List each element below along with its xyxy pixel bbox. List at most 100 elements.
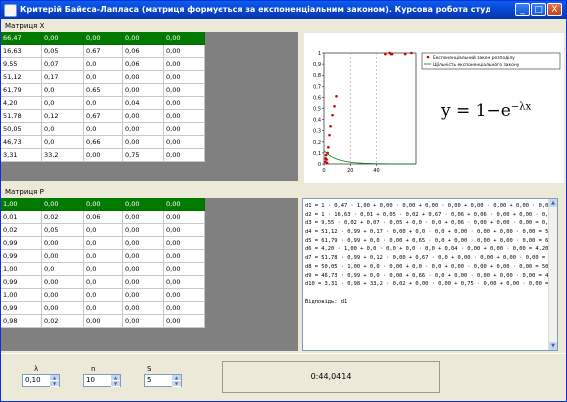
table-cell[interactable]: 0,00 [122,262,164,276]
spin-down-icon[interactable]: ▼ [50,381,59,387]
table-cell[interactable]: 0,00 [122,236,164,250]
table-cell[interactable]: 0,02 [1,223,42,237]
table-row[interactable]: 50,05 0,0 0,0 0,00 0,00 [1,122,205,136]
table-cell[interactable]: 0,0 [41,122,84,136]
table-cell[interactable]: 1,00 [1,198,42,211]
table-cell[interactable]: 0,00 [41,236,84,250]
table-cell[interactable]: 0,02 [41,314,84,328]
table-cell[interactable]: 0,00 [163,210,205,224]
table-cell[interactable]: 0,17 [41,70,84,84]
table-cell[interactable]: 51,12 [1,70,42,84]
table-cell[interactable]: 0,00 [163,96,205,110]
table-row[interactable]: 4,20 0,0 0,0 0,04 0,00 [1,96,205,110]
table-cell[interactable]: 0,00 [122,210,164,224]
table-cell[interactable]: 0,00 [122,275,164,289]
table-cell[interactable]: 51,78 [1,109,42,123]
table-cell[interactable]: 0,00 [163,262,205,276]
table-cell[interactable]: 0,0 [41,135,84,149]
table-cell[interactable]: 0,0 [83,249,123,263]
table-cell[interactable]: 0,00 [41,249,84,263]
table-cell[interactable]: 0,00 [83,148,123,162]
table-cell[interactable]: 61,79 [1,83,42,97]
table-cell[interactable]: 0,0 [83,70,123,84]
table-row[interactable]: 51,78 0,12 0,67 0,00 0,00 [1,109,205,123]
table-cell[interactable]: 0,00 [83,314,123,328]
matrix-x-grid[interactable]: 66,47 0,00 0,00 0,00 0,00 16,63 0,05 0,67 0,06 0,… [1,32,205,162]
table-cell[interactable]: 0,00 [122,135,164,149]
table-cell[interactable]: 50,05 [1,122,42,136]
table-row[interactable]: 61,79 0,0 0,65 0,00 0,00 [1,83,205,97]
lambda-spin-buttons[interactable]: ▲ ▼ [50,375,59,387]
table-row[interactable]: 46,73 0,0 0,66 0,00 0,00 [1,135,205,149]
table-cell[interactable]: 0,00 [163,249,205,263]
table-row[interactable]: 0,02 0,05 0,0 0,00 0,00 [1,223,205,237]
table-cell[interactable]: 66,47 [1,32,42,45]
table-cell[interactable]: 0,00 [122,288,164,302]
table-row[interactable]: 0,99 0,00 0,0 0,00 0,00 [1,301,205,315]
table-cell[interactable]: 0,00 [41,198,84,211]
table-row[interactable]: 0,99 0,00 0,0 0,00 0,00 [1,236,205,250]
table-row[interactable]: 9,55 0,07 0,0 0,06 0,00 [1,57,205,71]
table-cell[interactable]: 0,0 [83,236,123,250]
table-cell[interactable]: 0,0 [83,122,123,136]
table-row[interactable]: 51,12 0,17 0,0 0,00 0,00 [1,70,205,84]
table-cell[interactable]: 0,0 [83,288,123,302]
table-cell[interactable]: 1,00 [1,288,42,302]
table-cell[interactable]: 0,0 [83,57,123,71]
table-row[interactable]: 16,63 0,05 0,67 0,06 0,00 [1,44,205,58]
table-cell[interactable]: 0,00 [163,148,205,162]
table-cell[interactable]: 0,00 [122,122,164,136]
table-cell[interactable]: 16,63 [1,44,42,58]
table-cell[interactable]: 0,0 [83,301,123,315]
table-cell[interactable]: 0,0 [83,262,123,276]
table-cell[interactable]: 0,06 [122,44,164,58]
table-cell[interactable]: 0,02 [41,210,84,224]
output-textbox[interactable]: d1 = 1 · 0,47 · 1,00 + 0,00 · 0,00 + 0,0… [302,198,558,351]
table-cell[interactable]: 0,67 [83,44,123,58]
table-cell[interactable]: 0,00 [163,32,205,45]
table-cell[interactable]: 0,0 [41,262,84,276]
table-cell[interactable]: 0,00 [163,57,205,71]
table-cell[interactable]: 0,00 [163,223,205,237]
table-cell[interactable]: 0,00 [122,249,164,263]
table-cell[interactable]: 0,67 [83,109,123,123]
minimize-button[interactable]: _ [515,3,530,16]
table-cell[interactable]: 0,04 [122,96,164,110]
table-cell[interactable]: 0,00 [163,44,205,58]
table-row[interactable]: 0,01 0,02 0,06 0,00 0,00 [1,210,205,224]
table-cell[interactable]: 0,00 [41,288,84,302]
table-cell[interactable]: 0,00 [163,109,205,123]
table-cell[interactable]: 0,66 [83,135,123,149]
table-cell[interactable]: 0,00 [163,198,205,211]
table-row[interactable]: 1,00 0,00 0,0 0,00 0,00 [1,288,205,302]
table-cell[interactable]: 0,00 [122,32,164,45]
table-cell[interactable]: 0,00 [83,32,123,45]
table-cell[interactable]: 0,99 [1,236,42,250]
table-cell[interactable]: 0,00 [122,301,164,315]
table-cell[interactable]: 0,99 [1,275,42,289]
table-cell[interactable]: 0,06 [122,57,164,71]
table-cell[interactable]: 0,00 [41,275,84,289]
table-cell[interactable]: 0,00 [122,223,164,237]
lambda-spinbox[interactable]: 0,10 ▲ ▼ [22,374,60,387]
table-cell[interactable]: 0,0 [41,96,84,110]
close-button[interactable]: X [547,3,562,16]
scroll-up-arrow-icon[interactable]: ▲ [549,199,557,207]
table-cell[interactable]: 0,00 [122,314,164,328]
spin-down-icon[interactable]: ▼ [111,381,120,387]
table-cell[interactable]: 1,00 [1,262,42,276]
n-spinbox[interactable]: 10 ▲ ▼ [83,374,121,387]
table-cell[interactable]: 0,00 [122,198,164,211]
table-cell[interactable]: 9,55 [1,57,42,71]
table-cell[interactable]: 0,0 [41,83,84,97]
table-cell[interactable]: 0,0 [83,275,123,289]
table-cell[interactable]: 0,05 [41,223,84,237]
table-cell[interactable]: 0,00 [163,288,205,302]
table-row[interactable]: 1,00 0,00 0,00 0,00 0,00 [1,198,205,211]
table-cell[interactable]: 0,99 [1,249,42,263]
output-scrollbar[interactable]: ▲ ▼ [548,199,557,350]
table-cell[interactable]: 0,00 [163,301,205,315]
table-cell[interactable]: 0,01 [1,210,42,224]
table-row[interactable]: 1,00 0,0 0,0 0,00 0,00 [1,262,205,276]
table-cell[interactable]: 0,98 [1,314,42,328]
